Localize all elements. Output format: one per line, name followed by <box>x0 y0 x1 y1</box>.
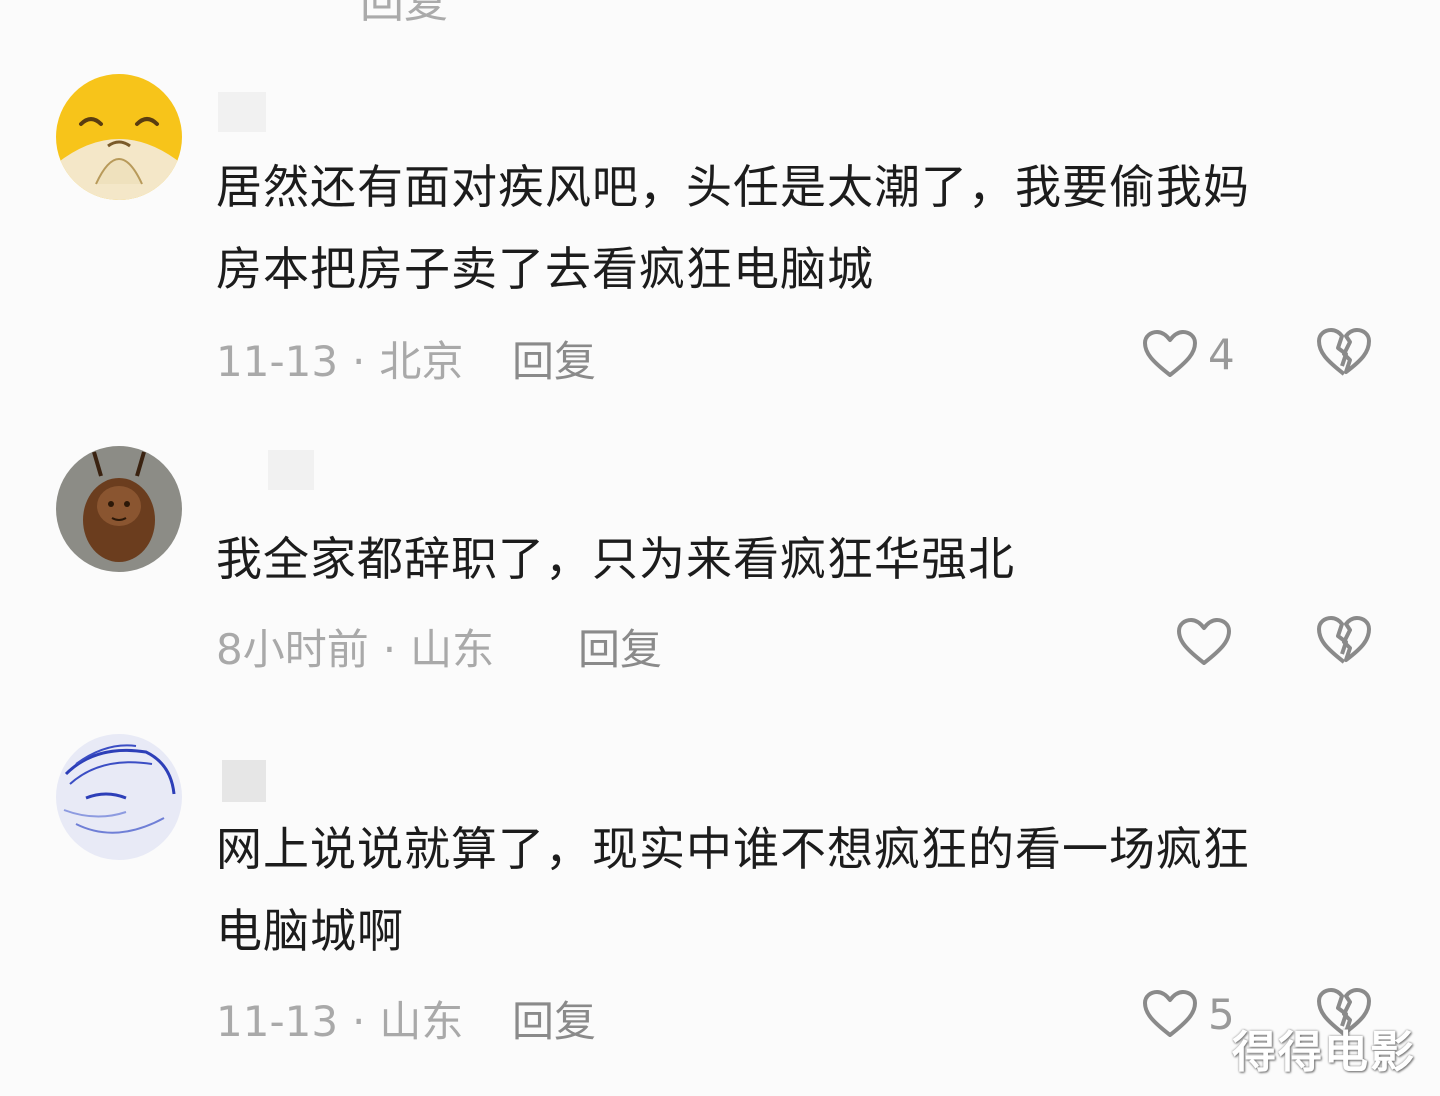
comment-date: 11-13 <box>216 997 339 1046</box>
avatar[interactable] <box>56 446 182 572</box>
previous-comment-meta-clipped: 回复 <box>360 0 448 30</box>
meta-separator: · <box>352 997 366 1046</box>
username-redacted <box>218 92 266 132</box>
reply-button[interactable]: 回复 <box>578 616 662 677</box>
creature-avatar-icon <box>56 446 182 572</box>
comment-line: 我全家都辞职了，只为来看疯狂华强北 <box>216 532 1015 586</box>
broken-heart-icon <box>1317 328 1371 376</box>
previous-heart-icon[interactable] <box>1152 0 1182 6</box>
reply-button[interactable]: 回复 <box>512 988 596 1049</box>
previous-reply-label: 回复 <box>360 0 448 28</box>
dislike-button[interactable] <box>1316 614 1372 670</box>
like-button[interactable]: 5 <box>1142 986 1235 1042</box>
avatar[interactable] <box>56 734 182 860</box>
like-count: 4 <box>1208 329 1235 379</box>
comment-location: 北京 <box>379 337 464 386</box>
comment-text: 居然还有面对疾风吧，头任是太潮了，我要偷我妈 房本把房子卖了去看疯狂电脑城 <box>216 146 1376 310</box>
comment-line: 居然还有面对疾风吧，头任是太潮了，我要偷我妈 <box>216 160 1250 214</box>
comment-line: 电脑城啊 <box>216 904 404 958</box>
comment-text: 网上说说就算了，现实中谁不想疯狂的看一场疯狂 电脑城啊 <box>216 808 1376 972</box>
comment-location: 山东 <box>379 997 464 1046</box>
sketch-avatar-icon <box>56 734 182 860</box>
heart-outline-icon <box>1143 330 1197 377</box>
meta-separator: · <box>352 337 366 386</box>
broken-heart-icon <box>1317 616 1371 664</box>
like-count: 5 <box>1208 989 1235 1039</box>
username-redacted <box>222 760 266 802</box>
comment-list-page: 回复 居然还有面对疾风吧，头任是太潮了，我要偷我妈 房本把房子卖了去看疯狂电脑城… <box>0 0 1440 1096</box>
username-redacted <box>268 450 314 490</box>
watermark: 得得电影 <box>1232 1027 1416 1078</box>
dislike-button[interactable] <box>1316 326 1372 382</box>
comment-date: 8小时前 <box>216 625 369 674</box>
duck-avatar-icon <box>56 74 182 200</box>
reply-button[interactable]: 回复 <box>512 328 596 389</box>
comment-line: 房本把房子卖了去看疯狂电脑城 <box>216 242 874 296</box>
comment-meta: 8小时前 · 山东 <box>216 616 494 677</box>
comment-meta: 11-13 · 北京 <box>216 328 463 389</box>
comment-date: 11-13 <box>216 337 339 386</box>
comment-meta: 11-13 · 山东 <box>216 988 463 1049</box>
meta-separator: · <box>382 625 397 674</box>
comment-text: 我全家都辞职了，只为来看疯狂华强北 <box>216 518 1376 600</box>
like-button[interactable]: 4 <box>1142 326 1235 382</box>
heart-outline-icon <box>1177 618 1231 665</box>
like-button[interactable] <box>1176 614 1242 670</box>
previous-broken-heart-icon[interactable] <box>1330 0 1360 6</box>
avatar[interactable] <box>56 74 182 200</box>
comment-line: 网上说说就算了，现实中谁不想疯狂的看一场疯狂 <box>216 822 1250 876</box>
heart-outline-icon <box>1143 990 1197 1037</box>
comment-location: 山东 <box>410 625 495 674</box>
